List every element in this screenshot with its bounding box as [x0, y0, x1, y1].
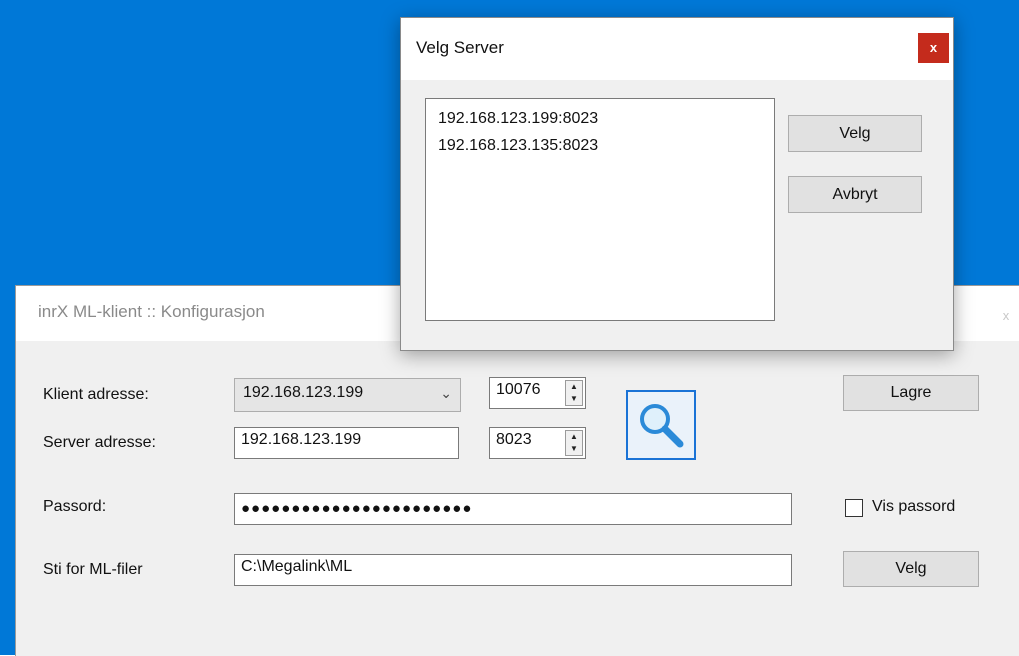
server-list-item[interactable]: 192.168.123.199:8023 [438, 105, 774, 132]
server-select-dialog: Velg Server x 192.168.123.199:8023 192.1… [400, 17, 954, 351]
client-port-spin-buttons[interactable]: ▲ ▼ [565, 380, 583, 406]
spin-up-icon[interactable]: ▲ [566, 431, 582, 443]
spin-down-icon[interactable]: ▼ [566, 393, 582, 405]
show-password-checkbox[interactable] [845, 499, 863, 517]
chevron-down-icon[interactable]: ⌄ [440, 385, 452, 402]
server-address-value: 192.168.123.199 [241, 431, 362, 448]
save-button[interactable]: Lagre [843, 375, 979, 411]
server-port-spin-buttons[interactable]: ▲ ▼ [565, 430, 583, 456]
config-window-title: inrX ML-klient :: Konfigurasjon [38, 302, 265, 321]
server-address-label: Server adresse: [43, 434, 156, 451]
client-port-stepper[interactable]: 10076 ▲ ▼ [489, 377, 586, 409]
dialog-titlebar: Velg Server x [401, 18, 953, 80]
dialog-cancel-button[interactable]: Avbryt [788, 176, 922, 213]
dialog-close-button[interactable]: x [918, 33, 949, 63]
password-field[interactable]: ●●●●●●●●●●●●●●●●●●●●●●● [234, 493, 792, 525]
dialog-choose-button[interactable]: Velg [788, 115, 922, 152]
dialog-title: Velg Server [416, 38, 504, 57]
password-mask: ●●●●●●●●●●●●●●●●●●●●●●● [241, 500, 473, 517]
server-port-value: 8023 [496, 431, 532, 448]
server-list-item[interactable]: 192.168.123.135:8023 [438, 132, 774, 159]
show-password-label[interactable]: Vis passord [872, 498, 955, 516]
password-label: Passord: [43, 498, 107, 515]
magnifier-icon [640, 404, 684, 448]
spin-up-icon[interactable]: ▲ [566, 381, 582, 393]
search-servers-button[interactable] [626, 390, 696, 460]
spin-down-icon[interactable]: ▼ [566, 443, 582, 455]
choose-path-button[interactable]: Velg [843, 551, 979, 587]
ml-path-field[interactable]: C:\Megalink\ML [234, 554, 792, 586]
config-close-button[interactable]: x [991, 301, 1019, 331]
client-port-value: 10076 [496, 381, 541, 398]
client-address-label: Klient adresse: [43, 386, 149, 403]
client-address-combo[interactable]: 192.168.123.199 ⌄ [234, 378, 461, 412]
ml-path-label: Sti for ML-filer [43, 561, 143, 578]
client-address-value: 192.168.123.199 [243, 384, 364, 401]
server-port-stepper[interactable]: 8023 ▲ ▼ [489, 427, 586, 459]
server-list[interactable]: 192.168.123.199:8023 192.168.123.135:802… [425, 98, 775, 321]
server-address-field[interactable]: 192.168.123.199 [234, 427, 459, 459]
ml-path-value: C:\Megalink\ML [241, 558, 353, 575]
